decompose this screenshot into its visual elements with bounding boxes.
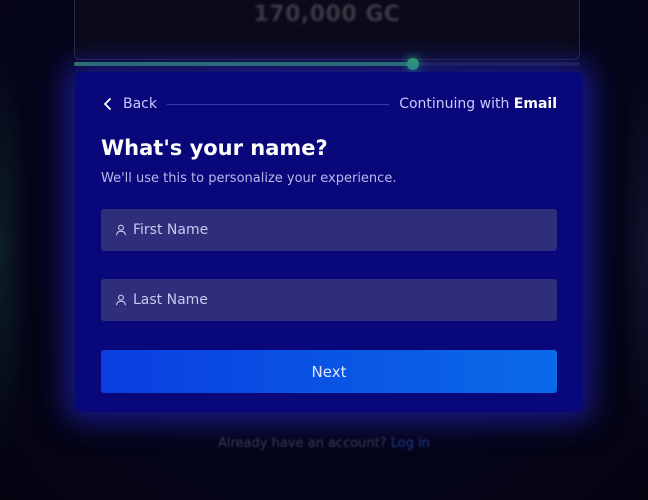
login-prompt: Already have an account? Log in xyxy=(0,436,648,451)
login-prompt-text: Already have an account? xyxy=(217,436,387,451)
next-button[interactable]: Next xyxy=(101,350,557,393)
modal-title: What's your name? xyxy=(101,136,328,160)
progress-knob xyxy=(407,58,420,70)
back-label: Back xyxy=(123,96,157,112)
last-name-input[interactable] xyxy=(133,292,557,308)
login-link[interactable]: Log in xyxy=(391,436,430,451)
first-name-input[interactable] xyxy=(133,222,557,238)
balance-amount: 170,000 GC xyxy=(253,2,401,27)
first-name-field[interactable] xyxy=(101,209,557,251)
modal-subtitle: We'll use this to personalize your exper… xyxy=(101,171,397,186)
left-glow xyxy=(0,40,30,460)
modal-topbar: Back Continuing with Email xyxy=(101,94,557,114)
back-button[interactable]: Back xyxy=(101,96,157,112)
progress-fill xyxy=(74,62,414,66)
right-glow xyxy=(618,40,648,460)
name-modal: Back Continuing with Email What's your n… xyxy=(75,72,583,412)
balance-card: 170,000 GC xyxy=(74,0,580,60)
chevron-left-icon xyxy=(104,98,111,110)
topbar-divider xyxy=(167,103,390,105)
continuing-prefix: Continuing with xyxy=(399,96,510,112)
last-name-field[interactable] xyxy=(101,279,557,321)
continuing-method: Email xyxy=(513,96,557,112)
person-icon xyxy=(115,224,127,236)
continuing-with: Continuing with Email xyxy=(399,96,557,112)
progress-bar xyxy=(74,58,580,70)
person-icon xyxy=(115,294,127,306)
